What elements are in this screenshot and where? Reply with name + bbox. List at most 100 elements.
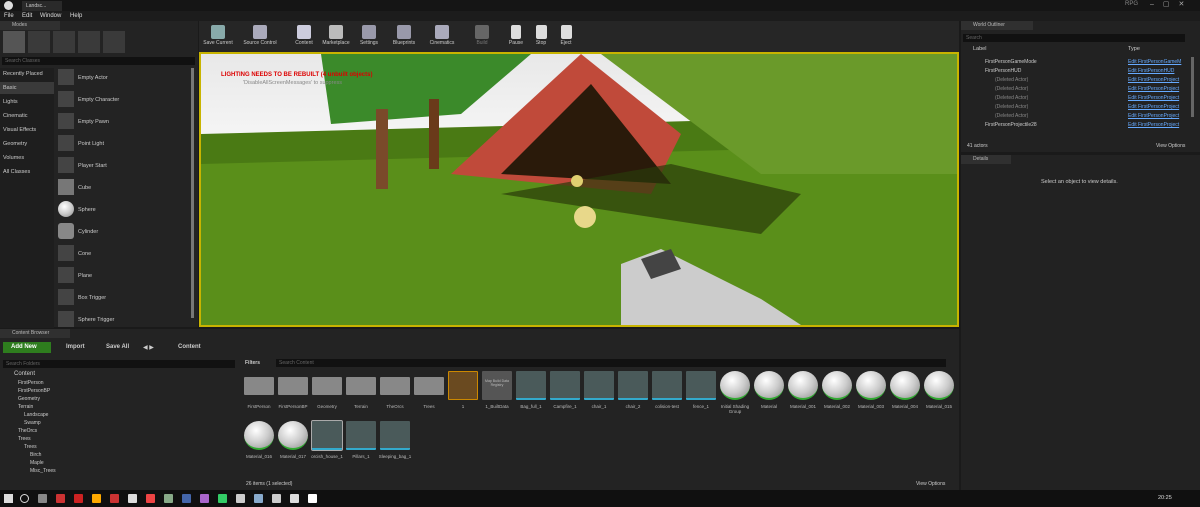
taskbar-app-icon[interactable]: [128, 494, 137, 503]
class-item[interactable]: Player Start: [78, 163, 107, 169]
taskbar-app-icon[interactable]: [290, 494, 299, 503]
outliner-row-label[interactable]: (Deleted Actor): [995, 86, 1028, 92]
asset-thumbnail[interactable]: [856, 371, 886, 400]
search-classes-input[interactable]: Search Classes: [2, 57, 195, 65]
outliner-view-options[interactable]: View Options: [1156, 143, 1185, 149]
asset-thumbnail[interactable]: [822, 371, 852, 400]
tree-item[interactable]: Birch: [30, 452, 41, 458]
taskbar-app-icon[interactable]: [272, 494, 281, 503]
tree-item[interactable]: Landscape: [24, 412, 48, 418]
outliner-search-input[interactable]: Search: [963, 34, 1185, 42]
content-view-options[interactable]: View Options: [916, 481, 945, 487]
window-controls[interactable]: –▢✕: [1150, 0, 1200, 10]
category-cinematic[interactable]: Cinematic: [3, 113, 27, 119]
details-tab[interactable]: Details: [961, 155, 1011, 164]
tree-item[interactable]: Swamp: [24, 420, 41, 426]
back-forward-arrows[interactable]: ◀ ▶: [143, 344, 154, 351]
search-circle-icon[interactable]: [20, 494, 29, 503]
class-list-scrollbar[interactable]: [191, 68, 194, 318]
source-control-button[interactable]: Source Control: [239, 23, 281, 51]
eject-button[interactable]: Eject: [549, 23, 583, 51]
content-button[interactable]: Content: [287, 23, 321, 51]
taskbar-app-icon[interactable]: [236, 494, 245, 503]
asset-thumbnail[interactable]: [346, 377, 376, 395]
asset-thumbnail[interactable]: [346, 421, 376, 450]
asset-thumbnail[interactable]: [652, 371, 682, 400]
asset-thumbnail[interactable]: [380, 377, 410, 395]
foliage-mode-icon[interactable]: [78, 31, 100, 53]
level-tab[interactable]: Landsc...: [22, 1, 62, 11]
taskbar-app-icon[interactable]: [146, 494, 155, 503]
outliner-row-type[interactable]: Edit FirstPersonProject: [1128, 113, 1179, 119]
taskbar-app-icon[interactable]: [74, 494, 83, 503]
filters-button[interactable]: Filters: [245, 360, 260, 366]
outliner-row-label[interactable]: (Deleted Actor): [995, 95, 1028, 101]
class-item[interactable]: Cube: [78, 185, 91, 191]
asset-thumbnail[interactable]: [311, 420, 343, 451]
asset-thumbnail[interactable]: [618, 371, 648, 400]
asset-thumbnail[interactable]: [788, 371, 818, 400]
class-item[interactable]: Plane: [78, 273, 92, 279]
import-button[interactable]: Import: [66, 344, 85, 350]
taskbar-app-icon[interactable]: [164, 494, 173, 503]
place-mode-icon[interactable]: [3, 31, 25, 53]
outliner-row-type[interactable]: Edit FirstPersonHUD: [1128, 68, 1174, 74]
taskbar-app-icon[interactable]: [92, 494, 101, 503]
outliner-row-label[interactable]: FirstPersonGameMode: [985, 59, 1037, 65]
asset-thumbnail[interactable]: [244, 377, 274, 395]
add-new-button[interactable]: Add New: [3, 342, 51, 353]
asset-thumbnail[interactable]: [890, 371, 920, 400]
tree-item[interactable]: Misc_Trees: [30, 468, 56, 474]
tree-item[interactable]: FirstPerson: [18, 380, 44, 386]
asset-thumbnail[interactable]: [278, 421, 308, 450]
taskbar-app-icon[interactable]: [182, 494, 191, 503]
build-button[interactable]: Build: [465, 23, 499, 51]
taskbar-app-icon[interactable]: [56, 494, 65, 503]
cinematics-button[interactable]: Cinematics: [425, 23, 459, 51]
category-all-classes[interactable]: All Classes: [3, 169, 30, 175]
asset-thumbnail[interactable]: [550, 371, 580, 400]
class-item[interactable]: Empty Character: [78, 97, 119, 103]
tree-item[interactable]: FirstPersonBP: [18, 388, 50, 394]
outliner-row-type[interactable]: Edit FirstPersonProject: [1128, 122, 1179, 128]
geometry-mode-icon[interactable]: [103, 31, 125, 53]
class-item[interactable]: Cone: [78, 251, 91, 257]
tree-item[interactable]: TheOrcs: [18, 428, 37, 434]
asset-thumbnail[interactable]: [584, 371, 614, 400]
asset-thumbnail[interactable]: [754, 371, 784, 400]
tree-item[interactable]: Geometry: [18, 396, 40, 402]
content-browser-tab[interactable]: Content Browser: [0, 329, 70, 338]
class-item[interactable]: Point Light: [78, 141, 104, 147]
category-visual-effects[interactable]: Visual Effects: [3, 127, 36, 133]
category-lights[interactable]: Lights: [3, 99, 18, 105]
asset-thumbnail[interactable]: [924, 371, 954, 400]
blueprints-button[interactable]: Blueprints: [387, 23, 421, 51]
asset-thumbnail[interactable]: [686, 371, 716, 400]
search-folders-input[interactable]: Search Folders: [3, 360, 235, 368]
col-label-header[interactable]: Label: [973, 46, 986, 52]
outliner-row-label[interactable]: FirstPersonHUD: [985, 68, 1021, 74]
menu-edit[interactable]: Edit: [22, 11, 32, 21]
landscape-mode-icon[interactable]: [53, 31, 75, 53]
class-item[interactable]: Cylinder: [78, 229, 98, 235]
class-item[interactable]: Empty Pawn: [78, 119, 109, 125]
world-outliner-tab[interactable]: World Outliner: [961, 21, 1033, 30]
taskbar-app-icon[interactable]: [254, 494, 263, 503]
save-current-button[interactable]: Save Current: [201, 23, 235, 51]
taskbar-app-icon[interactable]: [38, 494, 47, 503]
outliner-row-type[interactable]: Edit FirstPersonProject: [1128, 77, 1179, 83]
outliner-row-type[interactable]: Edit FirstPersonProject: [1128, 95, 1179, 101]
taskbar-app-icon[interactable]: [218, 494, 227, 503]
asset-thumbnail[interactable]: [414, 377, 444, 395]
class-item[interactable]: Sphere Trigger: [78, 317, 114, 323]
outliner-row-label[interactable]: (Deleted Actor): [995, 113, 1028, 119]
col-type-header[interactable]: Type: [1128, 46, 1140, 52]
category-basic[interactable]: Basic: [3, 85, 16, 91]
asset-thumbnail[interactable]: [380, 421, 410, 450]
asset-thumbnail[interactable]: [312, 377, 342, 395]
outliner-row-type[interactable]: Edit FirstPersonProject: [1128, 104, 1179, 110]
taskbar-app-icon[interactable]: [308, 494, 317, 503]
class-item[interactable]: Sphere: [78, 207, 96, 213]
menu-window[interactable]: Window: [40, 11, 61, 21]
path-breadcrumb[interactable]: Content: [178, 344, 201, 350]
